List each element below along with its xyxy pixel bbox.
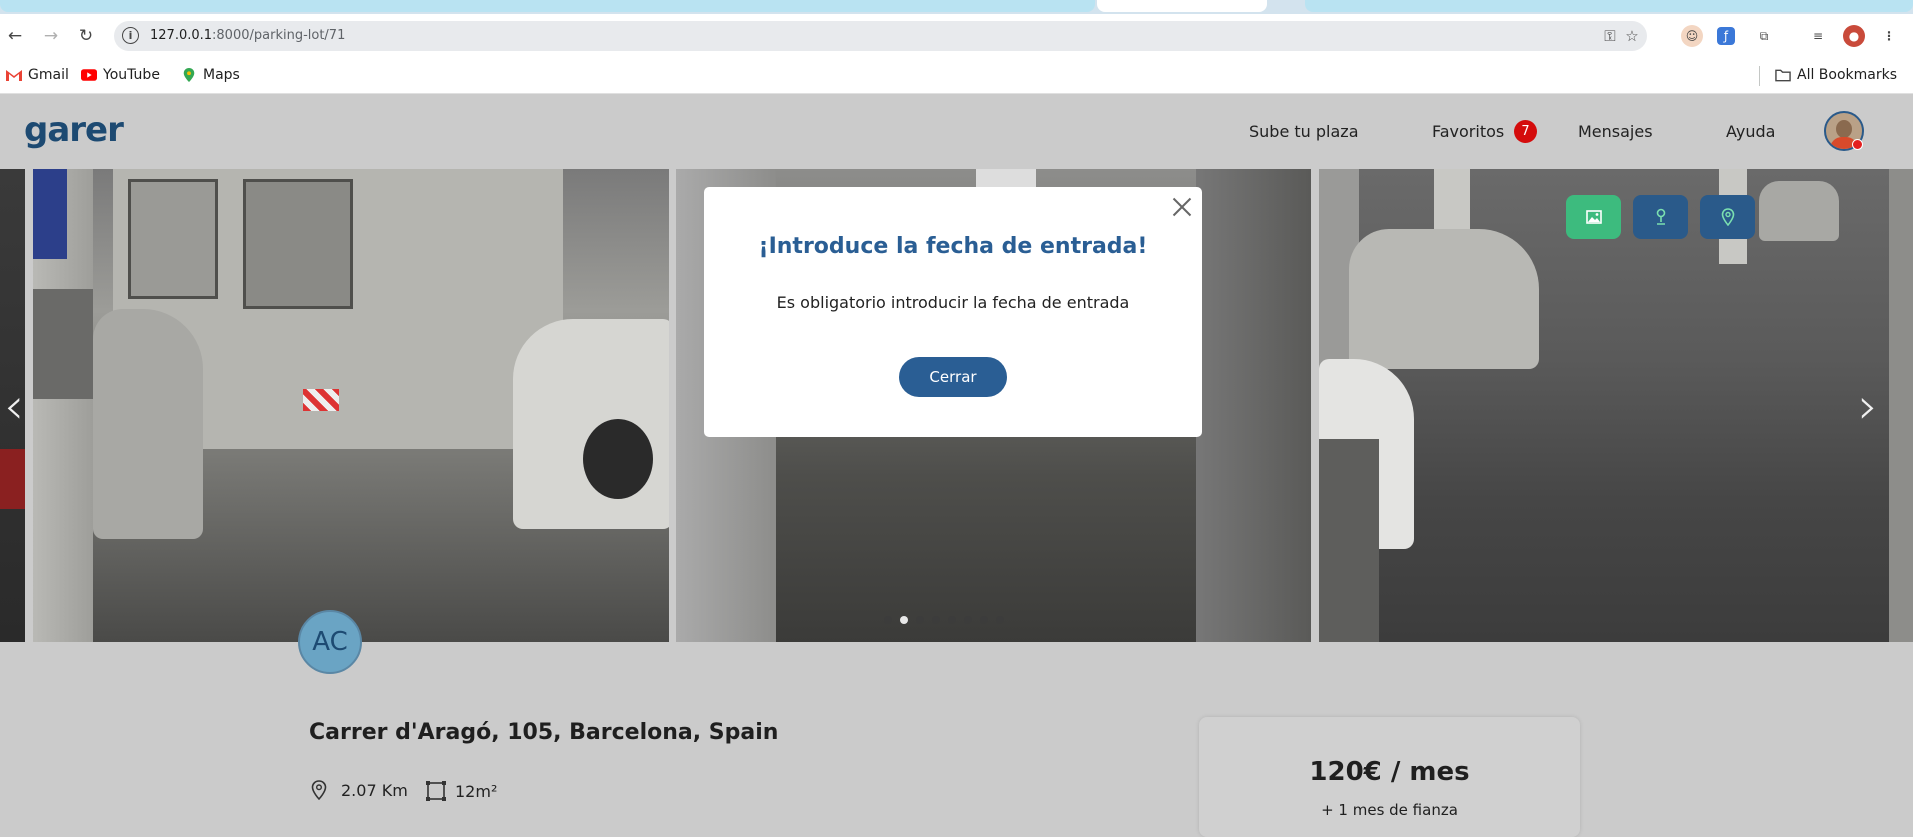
photo-door-left [128, 179, 218, 299]
listing-address: Carrer d'Aragó, 105, Barcelona, Spain [309, 720, 779, 745]
bookmark-label: Gmail [28, 67, 69, 83]
url-path: :8000/parking-lot/71 [212, 28, 346, 43]
bookmark-label: Maps [203, 67, 240, 83]
nav-upload-spot[interactable]: Sube tu plaza [1249, 122, 1359, 141]
owner-avatar[interactable]: AC [298, 610, 362, 674]
gallery-dot[interactable] [964, 616, 972, 624]
photo-silver-car [1349, 229, 1539, 369]
street-view-icon [1656, 208, 1665, 225]
url-text: 127.0.0.1:8000/parking-lot/71 [150, 28, 345, 43]
favorites-count-badge: 7 [1514, 120, 1537, 143]
photo-car-right [513, 319, 669, 529]
photo-foreground-block [1319, 439, 1379, 642]
modal-close-button[interactable]: Cerrar [899, 357, 1007, 397]
street-view-button[interactable] [1633, 195, 1688, 239]
size-value: 12m² [455, 781, 498, 801]
location-pin-icon [1721, 208, 1734, 226]
maps-pin-icon [183, 68, 195, 82]
gallery-dot[interactable] [932, 616, 940, 624]
photo-car-distance [976, 169, 1036, 189]
gallery-photo-3[interactable] [1319, 169, 1913, 642]
listing-distance: 2.07 Km [311, 780, 408, 800]
back-icon[interactable]: ← [1, 22, 29, 50]
nav-messages[interactable]: Mensajes [1578, 122, 1653, 141]
bookmark-gmail[interactable]: Gmail [6, 67, 69, 83]
gallery-dot[interactable] [996, 616, 1004, 624]
menu-kebab-icon[interactable]: ⋮ [1878, 25, 1900, 47]
avatar-face [1836, 120, 1852, 138]
gallery-next-arrow-icon[interactable]: › [1858, 377, 1878, 435]
entry-date-modal: ¡Introduce la fecha de entrada! Es oblig… [704, 187, 1202, 437]
site-info-icon[interactable]: i [122, 27, 139, 44]
photo-detail [0, 449, 25, 509]
password-key-icon[interactable]: ⚿ [1600, 26, 1620, 46]
folder-icon [1775, 69, 1791, 82]
deposit-note: + 1 mes de fianza [1321, 801, 1458, 819]
modal-message: Es obligatorio introducir la fecha de en… [776, 293, 1130, 312]
gallery-dot[interactable] [980, 616, 988, 624]
bookmarks-divider [1759, 66, 1760, 86]
bookmark-maps[interactable]: Maps [181, 67, 240, 83]
reload-icon[interactable]: ↻ [72, 22, 100, 50]
gallery-dot[interactable] [900, 616, 908, 624]
gallery-pagination-dots [884, 616, 1004, 624]
gallery-dot[interactable] [948, 616, 956, 624]
gallery-prev-arrow-icon[interactable]: ‹ [4, 377, 24, 435]
media-queue-icon[interactable]: ≡ [1807, 25, 1829, 47]
nav-help[interactable]: Ayuda [1726, 122, 1775, 141]
modal-title: ¡Introduce la fecha de entrada! [758, 234, 1148, 259]
browser-toolbar: ← → ↻ i 127.0.0.1:8000/parking-lot/71 ⚿ … [0, 14, 1913, 58]
photo-door [243, 179, 353, 309]
forward-icon[interactable]: → [37, 22, 65, 50]
address-bar[interactable]: i 127.0.0.1:8000/parking-lot/71 ⚿ ☆ [114, 21, 1647, 51]
bookmark-label: YouTube [103, 67, 160, 83]
gallery-dot[interactable] [916, 616, 924, 624]
price-card: 120€ / mes + 1 mes de fianza [1199, 717, 1580, 837]
browser-tabs-group[interactable] [0, 0, 1095, 12]
image-icon [1585, 210, 1602, 224]
photo-right-wall [1889, 169, 1913, 642]
extensions-puzzle-icon[interactable]: ⧉ [1753, 25, 1775, 47]
photo-pillar-band [33, 289, 93, 399]
map-location-button[interactable] [1700, 195, 1755, 239]
extension-avatar-icon[interactable]: ☺ [1681, 25, 1703, 47]
photo-car-left [93, 309, 203, 539]
all-bookmarks-button[interactable]: All Bookmarks [1775, 67, 1897, 83]
garer-logo[interactable]: garer [24, 110, 124, 150]
listing-size: 12m² [425, 780, 497, 802]
photo-sign [33, 169, 67, 259]
extension-translate-icon[interactable]: ƒ [1717, 27, 1735, 45]
photo-ramp-wall-right [1196, 169, 1311, 642]
photos-view-button[interactable] [1566, 195, 1621, 239]
bookmark-star-icon[interactable]: ☆ [1622, 26, 1642, 46]
gmail-icon [6, 70, 22, 81]
photo-far-car [1759, 181, 1839, 241]
monthly-price: 120€ / mes [1309, 757, 1470, 787]
gallery-photo-1[interactable] [33, 169, 669, 642]
gallery-dot[interactable] [884, 616, 892, 624]
notification-dot [1852, 139, 1863, 150]
location-pin-icon [311, 780, 327, 800]
browser-tab-active[interactable] [1097, 0, 1267, 12]
browser-tabs-group-right[interactable] [1305, 0, 1913, 12]
url-host: 127.0.0.1 [150, 28, 213, 43]
site-header: garer Sube tu plaza Favoritos 7 Mensajes… [0, 94, 1913, 169]
close-icon[interactable] [1170, 195, 1194, 219]
distance-value: 2.07 Km [341, 780, 408, 800]
youtube-icon [81, 69, 97, 81]
nav-favorites[interactable]: Favoritos [1432, 122, 1504, 141]
bookmark-youtube[interactable]: YouTube [81, 67, 160, 83]
bookmarks-bar: Gmail YouTube Maps All Bookmarks [0, 58, 1913, 94]
photo-wheel [583, 419, 653, 499]
browser-tab-strip [0, 0, 1913, 14]
photo-hazard-stripe [303, 389, 339, 411]
all-bookmarks-label: All Bookmarks [1797, 67, 1898, 83]
profile-avatar-icon[interactable]: ● [1843, 25, 1865, 47]
area-size-icon [426, 781, 446, 801]
